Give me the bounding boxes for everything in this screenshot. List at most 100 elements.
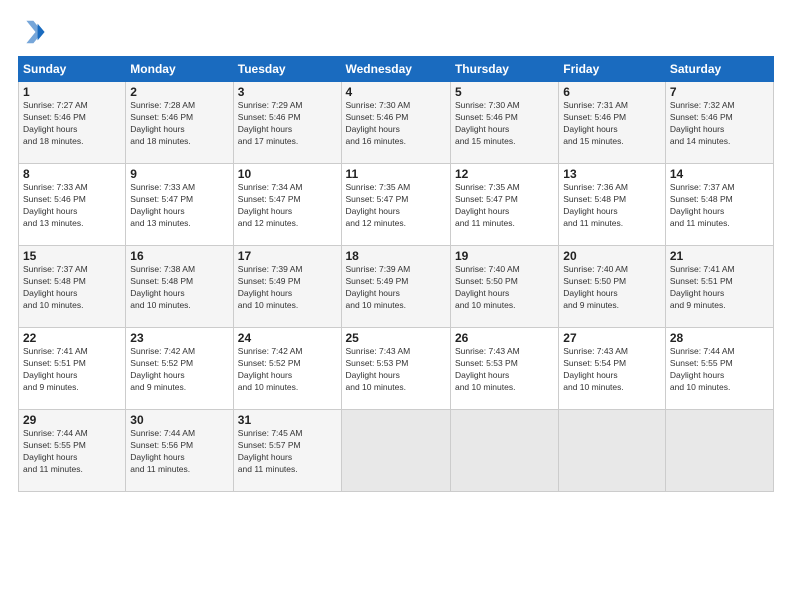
calendar-cell-0-5: 6 Sunrise: 7:31 AMSunset: 5:46 PMDayligh… <box>559 82 666 164</box>
day-number: 20 <box>563 249 661 263</box>
day-number: 30 <box>130 413 228 427</box>
calendar-table: SundayMondayTuesdayWednesdayThursdayFrid… <box>18 56 774 492</box>
calendar-cell-0-2: 3 Sunrise: 7:29 AMSunset: 5:46 PMDayligh… <box>233 82 341 164</box>
calendar-cell-0-3: 4 Sunrise: 7:30 AMSunset: 5:46 PMDayligh… <box>341 82 450 164</box>
calendar-header-monday: Monday <box>126 57 233 82</box>
day-info: Sunrise: 7:41 AMSunset: 5:51 PMDaylight … <box>23 346 121 394</box>
calendar-cell-2-3: 18 Sunrise: 7:39 AMSunset: 5:49 PMDaylig… <box>341 246 450 328</box>
day-number: 6 <box>563 85 661 99</box>
header <box>18 18 774 46</box>
calendar-cell-1-3: 11 Sunrise: 7:35 AMSunset: 5:47 PMDaylig… <box>341 164 450 246</box>
calendar-cell-4-4 <box>450 410 558 492</box>
day-number: 13 <box>563 167 661 181</box>
day-number: 25 <box>346 331 446 345</box>
calendar-cell-0-4: 5 Sunrise: 7:30 AMSunset: 5:46 PMDayligh… <box>450 82 558 164</box>
calendar-cell-1-5: 13 Sunrise: 7:36 AMSunset: 5:48 PMDaylig… <box>559 164 666 246</box>
calendar-cell-3-2: 24 Sunrise: 7:42 AMSunset: 5:52 PMDaylig… <box>233 328 341 410</box>
day-info: Sunrise: 7:30 AMSunset: 5:46 PMDaylight … <box>346 100 446 148</box>
calendar-cell-3-6: 28 Sunrise: 7:44 AMSunset: 5:55 PMDaylig… <box>665 328 773 410</box>
calendar-week-0: 1 Sunrise: 7:27 AMSunset: 5:46 PMDayligh… <box>19 82 774 164</box>
day-number: 7 <box>670 85 769 99</box>
day-info: Sunrise: 7:29 AMSunset: 5:46 PMDaylight … <box>238 100 337 148</box>
day-number: 31 <box>238 413 337 427</box>
calendar-cell-3-3: 25 Sunrise: 7:43 AMSunset: 5:53 PMDaylig… <box>341 328 450 410</box>
day-info: Sunrise: 7:36 AMSunset: 5:48 PMDaylight … <box>563 182 661 230</box>
day-info: Sunrise: 7:33 AMSunset: 5:47 PMDaylight … <box>130 182 228 230</box>
day-info: Sunrise: 7:40 AMSunset: 5:50 PMDaylight … <box>563 264 661 312</box>
day-number: 28 <box>670 331 769 345</box>
day-info: Sunrise: 7:35 AMSunset: 5:47 PMDaylight … <box>346 182 446 230</box>
calendar-cell-1-1: 9 Sunrise: 7:33 AMSunset: 5:47 PMDayligh… <box>126 164 233 246</box>
calendar-cell-3-0: 22 Sunrise: 7:41 AMSunset: 5:51 PMDaylig… <box>19 328 126 410</box>
calendar-week-3: 22 Sunrise: 7:41 AMSunset: 5:51 PMDaylig… <box>19 328 774 410</box>
day-number: 15 <box>23 249 121 263</box>
day-number: 16 <box>130 249 228 263</box>
day-info: Sunrise: 7:28 AMSunset: 5:46 PMDaylight … <box>130 100 228 148</box>
day-number: 17 <box>238 249 337 263</box>
calendar-cell-1-4: 12 Sunrise: 7:35 AMSunset: 5:47 PMDaylig… <box>450 164 558 246</box>
day-info: Sunrise: 7:35 AMSunset: 5:47 PMDaylight … <box>455 182 554 230</box>
calendar-cell-2-0: 15 Sunrise: 7:37 AMSunset: 5:48 PMDaylig… <box>19 246 126 328</box>
day-info: Sunrise: 7:37 AMSunset: 5:48 PMDaylight … <box>23 264 121 312</box>
day-info: Sunrise: 7:43 AMSunset: 5:54 PMDaylight … <box>563 346 661 394</box>
calendar-cell-3-5: 27 Sunrise: 7:43 AMSunset: 5:54 PMDaylig… <box>559 328 666 410</box>
day-info: Sunrise: 7:42 AMSunset: 5:52 PMDaylight … <box>238 346 337 394</box>
day-info: Sunrise: 7:30 AMSunset: 5:46 PMDaylight … <box>455 100 554 148</box>
day-info: Sunrise: 7:38 AMSunset: 5:48 PMDaylight … <box>130 264 228 312</box>
calendar-cell-1-2: 10 Sunrise: 7:34 AMSunset: 5:47 PMDaylig… <box>233 164 341 246</box>
day-number: 10 <box>238 167 337 181</box>
calendar-week-1: 8 Sunrise: 7:33 AMSunset: 5:46 PMDayligh… <box>19 164 774 246</box>
calendar-header-tuesday: Tuesday <box>233 57 341 82</box>
calendar-week-4: 29 Sunrise: 7:44 AMSunset: 5:55 PMDaylig… <box>19 410 774 492</box>
calendar-cell-2-5: 20 Sunrise: 7:40 AMSunset: 5:50 PMDaylig… <box>559 246 666 328</box>
calendar-cell-1-0: 8 Sunrise: 7:33 AMSunset: 5:46 PMDayligh… <box>19 164 126 246</box>
calendar-cell-4-0: 29 Sunrise: 7:44 AMSunset: 5:55 PMDaylig… <box>19 410 126 492</box>
calendar-cell-4-6 <box>665 410 773 492</box>
day-info: Sunrise: 7:40 AMSunset: 5:50 PMDaylight … <box>455 264 554 312</box>
day-info: Sunrise: 7:41 AMSunset: 5:51 PMDaylight … <box>670 264 769 312</box>
day-number: 26 <box>455 331 554 345</box>
calendar-cell-2-2: 17 Sunrise: 7:39 AMSunset: 5:49 PMDaylig… <box>233 246 341 328</box>
day-info: Sunrise: 7:43 AMSunset: 5:53 PMDaylight … <box>346 346 446 394</box>
day-number: 21 <box>670 249 769 263</box>
day-number: 23 <box>130 331 228 345</box>
day-number: 11 <box>346 167 446 181</box>
calendar-header-row: SundayMondayTuesdayWednesdayThursdayFrid… <box>19 57 774 82</box>
day-number: 4 <box>346 85 446 99</box>
calendar-cell-2-1: 16 Sunrise: 7:38 AMSunset: 5:48 PMDaylig… <box>126 246 233 328</box>
calendar-cell-4-1: 30 Sunrise: 7:44 AMSunset: 5:56 PMDaylig… <box>126 410 233 492</box>
day-info: Sunrise: 7:39 AMSunset: 5:49 PMDaylight … <box>346 264 446 312</box>
calendar-cell-0-1: 2 Sunrise: 7:28 AMSunset: 5:46 PMDayligh… <box>126 82 233 164</box>
day-number: 29 <box>23 413 121 427</box>
day-number: 24 <box>238 331 337 345</box>
day-info: Sunrise: 7:32 AMSunset: 5:46 PMDaylight … <box>670 100 769 148</box>
day-info: Sunrise: 7:44 AMSunset: 5:56 PMDaylight … <box>130 428 228 476</box>
day-info: Sunrise: 7:27 AMSunset: 5:46 PMDaylight … <box>23 100 121 148</box>
day-number: 8 <box>23 167 121 181</box>
calendar-cell-0-6: 7 Sunrise: 7:32 AMSunset: 5:46 PMDayligh… <box>665 82 773 164</box>
day-info: Sunrise: 7:34 AMSunset: 5:47 PMDaylight … <box>238 182 337 230</box>
calendar-header-thursday: Thursday <box>450 57 558 82</box>
logo <box>18 18 50 46</box>
calendar-header-friday: Friday <box>559 57 666 82</box>
calendar-cell-1-6: 14 Sunrise: 7:37 AMSunset: 5:48 PMDaylig… <box>665 164 773 246</box>
calendar-cell-4-3 <box>341 410 450 492</box>
calendar-cell-2-6: 21 Sunrise: 7:41 AMSunset: 5:51 PMDaylig… <box>665 246 773 328</box>
day-number: 9 <box>130 167 228 181</box>
logo-icon <box>18 18 46 46</box>
day-number: 2 <box>130 85 228 99</box>
day-info: Sunrise: 7:33 AMSunset: 5:46 PMDaylight … <box>23 182 121 230</box>
day-number: 1 <box>23 85 121 99</box>
day-info: Sunrise: 7:44 AMSunset: 5:55 PMDaylight … <box>670 346 769 394</box>
day-info: Sunrise: 7:31 AMSunset: 5:46 PMDaylight … <box>563 100 661 148</box>
calendar-cell-3-4: 26 Sunrise: 7:43 AMSunset: 5:53 PMDaylig… <box>450 328 558 410</box>
day-number: 3 <box>238 85 337 99</box>
calendar-header-wednesday: Wednesday <box>341 57 450 82</box>
calendar-cell-0-0: 1 Sunrise: 7:27 AMSunset: 5:46 PMDayligh… <box>19 82 126 164</box>
day-number: 19 <box>455 249 554 263</box>
day-info: Sunrise: 7:45 AMSunset: 5:57 PMDaylight … <box>238 428 337 476</box>
day-number: 27 <box>563 331 661 345</box>
day-info: Sunrise: 7:37 AMSunset: 5:48 PMDaylight … <box>670 182 769 230</box>
calendar-cell-2-4: 19 Sunrise: 7:40 AMSunset: 5:50 PMDaylig… <box>450 246 558 328</box>
calendar-cell-4-2: 31 Sunrise: 7:45 AMSunset: 5:57 PMDaylig… <box>233 410 341 492</box>
